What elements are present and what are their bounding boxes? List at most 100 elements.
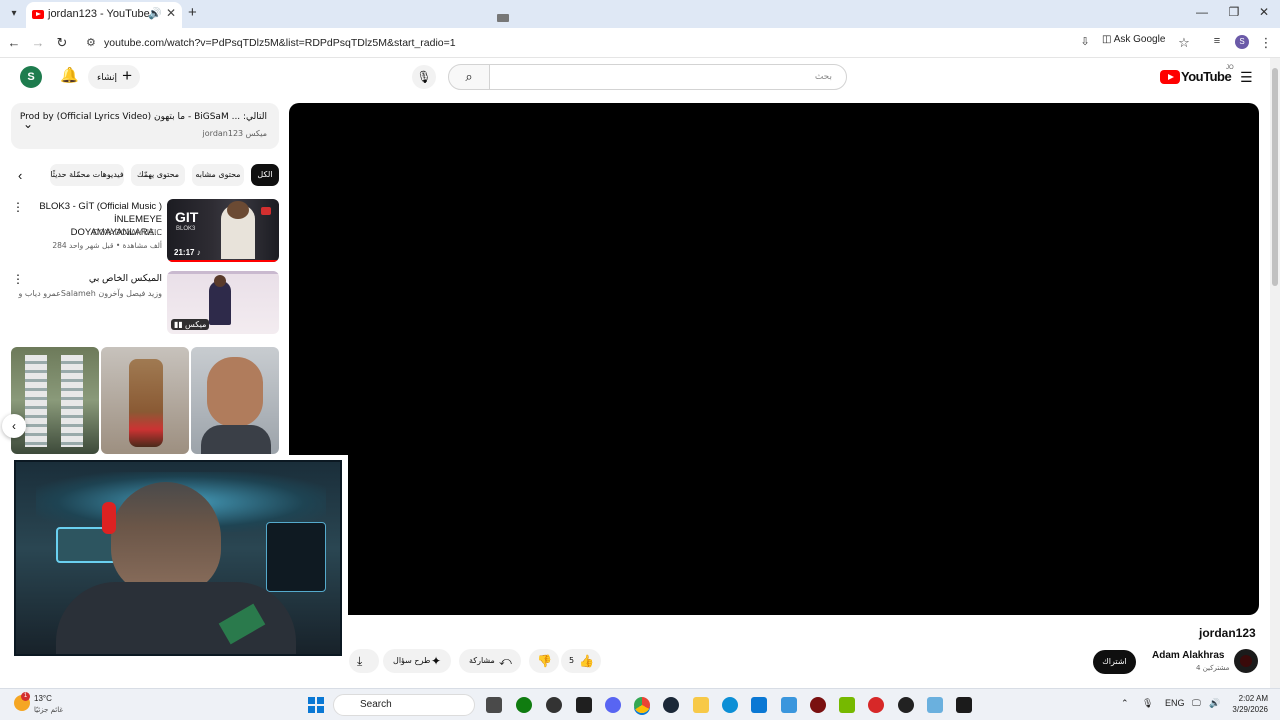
share-button[interactable]: مشاركة ⤺ [459,649,521,673]
file-explorer-icon[interactable] [693,697,709,713]
network-icon[interactable]: 🖵 [1192,698,1201,709]
thumbnail-face [207,357,263,427]
youtube-play-icon [1160,70,1180,84]
reload-icon[interactable]: ↻ [54,35,70,51]
video-thumbnail[interactable]: GIT BLOK3 21:17 ♪ [167,199,279,262]
amd-icon[interactable] [868,697,884,713]
install-app-icon[interactable]: ⇩ [1077,35,1093,48]
xbox-icon[interactable] [516,697,532,713]
url-text[interactable]: youtube.com/watch?v=PdPsqTDlz5M&list=RDP… [104,37,456,49]
search-input[interactable]: بحث [489,64,847,90]
temperature[interactable]: 13°C [34,694,52,703]
short-thumbnail[interactable] [191,347,279,454]
back-icon[interactable]: ← [6,35,22,50]
nvidia-icon[interactable] [839,697,855,713]
microphone-icon[interactable]: 🎙 [412,65,436,89]
omnibox[interactable]: ⚙ youtube.com/watch?v=PdPsqTDlz5M&list=R… [80,31,1200,55]
mix-icon: ▮▮ [174,320,183,329]
search-button[interactable]: ⌕ [448,64,490,90]
bell-icon[interactable]: 🔔 [60,66,79,84]
region-code: JO [1226,65,1234,71]
obs-icon[interactable] [546,697,562,713]
subscribe-button[interactable]: اشتراك [1093,650,1136,674]
download-button[interactable]: ⤓ [349,649,379,673]
list-item[interactable]: GIT BLOK3 21:17 ♪ BLOK3 - GİT (Official … [0,199,280,265]
chevron-left-icon[interactable]: ‹ [18,168,22,183]
channel-name[interactable]: Adam Alakhras [1152,650,1224,661]
clock-time: 2:02 AM [1238,694,1268,703]
terminal-icon[interactable] [576,697,592,713]
bookmark-star-icon[interactable]: ☆ [1176,35,1192,51]
short-thumbnail[interactable] [101,347,189,454]
chevron-left-icon: ‹ [12,419,16,433]
chip-all[interactable]: الكل [251,164,279,186]
page-scrollbar[interactable] [1270,58,1280,688]
scrollbar-thumb[interactable] [1272,68,1278,286]
playlist-panel[interactable]: ⌄ التالي: ... BiGSaM - ما بتهون (Officia… [11,103,279,149]
chip-recently-uploaded[interactable]: فيديوهات محمّلة حديثًا [50,164,124,186]
task-view-icon[interactable] [486,697,502,713]
speaker-icon[interactable]: 🔊 [148,7,162,20]
more-options-icon[interactable]: ⋮ [12,272,24,286]
outlook-icon[interactable] [781,697,797,713]
shorts-previous-button[interactable]: ‹ [2,414,26,438]
reading-list-icon[interactable]: ≡ [1209,35,1225,47]
site-info-icon[interactable]: ⚙ [86,36,96,49]
app-dark-icon[interactable] [898,697,914,713]
windows-taskbar: 1 13°C غائم جزئيًا ⌕ Search ⌃ 🎙 ENG 🖵 🔊 … [0,688,1280,720]
chip-for-you[interactable]: محتوى يهمّك [131,164,185,186]
dislike-button[interactable]: 👎 [529,649,559,673]
restore-icon[interactable]: ❐ [1224,5,1244,19]
thumbnail-subtext: BLOK3 [176,226,196,232]
app-green-icon[interactable] [956,697,972,713]
browser-menu-icon[interactable]: ⋮ [1258,35,1274,51]
weather-condition[interactable]: غائم جزئيًا [34,706,63,714]
chip-similar[interactable]: محتوى مشابه [192,164,244,186]
short-thumbnail[interactable] [11,347,99,454]
mix-thumbnail[interactable]: ▮▮ ميكس [167,271,279,334]
chrome-icon[interactable] [634,697,650,713]
keyboard-icon[interactable] [497,14,509,22]
like-button[interactable]: 5 👍 [561,649,601,673]
playlist-subtitle: ميكس jordan123 [202,129,267,138]
tab-search-icon[interactable]: ▾ [6,6,22,22]
more-options-icon[interactable]: ⋮ [12,200,24,214]
windows-start-icon[interactable] [308,697,324,713]
photos-icon[interactable] [927,697,943,713]
thumbnail-head [227,201,249,219]
channel-name[interactable]: عمرو دياب وSalameh وزيد فيصل وآخرون [19,289,162,298]
download-icon: ⤓ [357,654,363,668]
ask-google-button[interactable]: ◫ Ask Google [1102,34,1165,50]
channel-avatar[interactable] [1234,649,1258,673]
language-indicator[interactable]: ENG [1165,698,1185,708]
video-player[interactable] [289,103,1259,615]
hamburger-menu-icon[interactable]: ☰ [1240,69,1253,86]
channel-name[interactable]: DOYADOYAMUSIC [93,228,162,237]
thumbs-up-icon: 👍 [579,654,594,668]
store-icon[interactable] [751,697,767,713]
tray-overflow-icon[interactable]: ⌃ [1121,698,1129,709]
close-window-icon[interactable]: ✕ [1254,5,1274,19]
new-tab-icon[interactable]: + [188,4,197,21]
browser-profile-avatar[interactable]: S [1235,35,1249,49]
ask-button[interactable]: طرح سؤال ✦ [383,649,451,673]
discord-icon[interactable] [605,697,621,713]
account-avatar[interactable]: S [20,66,42,88]
minimize-icon[interactable]: — [1192,5,1212,19]
create-button[interactable]: إنشاء + [88,65,140,89]
thumbnail-figure [61,355,83,447]
mic-tray-icon[interactable]: 🎙 [1142,698,1153,709]
system-clock[interactable]: 2:02 AM 3/29/2026 [1232,693,1268,715]
address-bar-row: ← → ↻ ⚙ youtube.com/watch?v=PdPsqTDlz5M&… [0,28,1280,58]
list-item[interactable]: ▮▮ ميكس الميكس الخاص بي عمرو دياب وSalam… [0,271,280,337]
steam-icon[interactable] [663,697,679,713]
subscriber-count: 4 مشتركين [1196,664,1230,672]
close-tab-icon[interactable]: ✕ [166,6,176,20]
browser-tab[interactable]: jordan123 - YouTube 🔊 ✕ [26,2,182,28]
taskbar-search[interactable]: Search [333,694,475,716]
video-title[interactable]: الميكس الخاص بي [22,272,162,285]
app-red-icon[interactable] [810,697,826,713]
edge-icon[interactable] [722,697,738,713]
volume-icon[interactable]: 🔊 [1209,698,1220,709]
forward-icon[interactable]: → [30,35,46,50]
